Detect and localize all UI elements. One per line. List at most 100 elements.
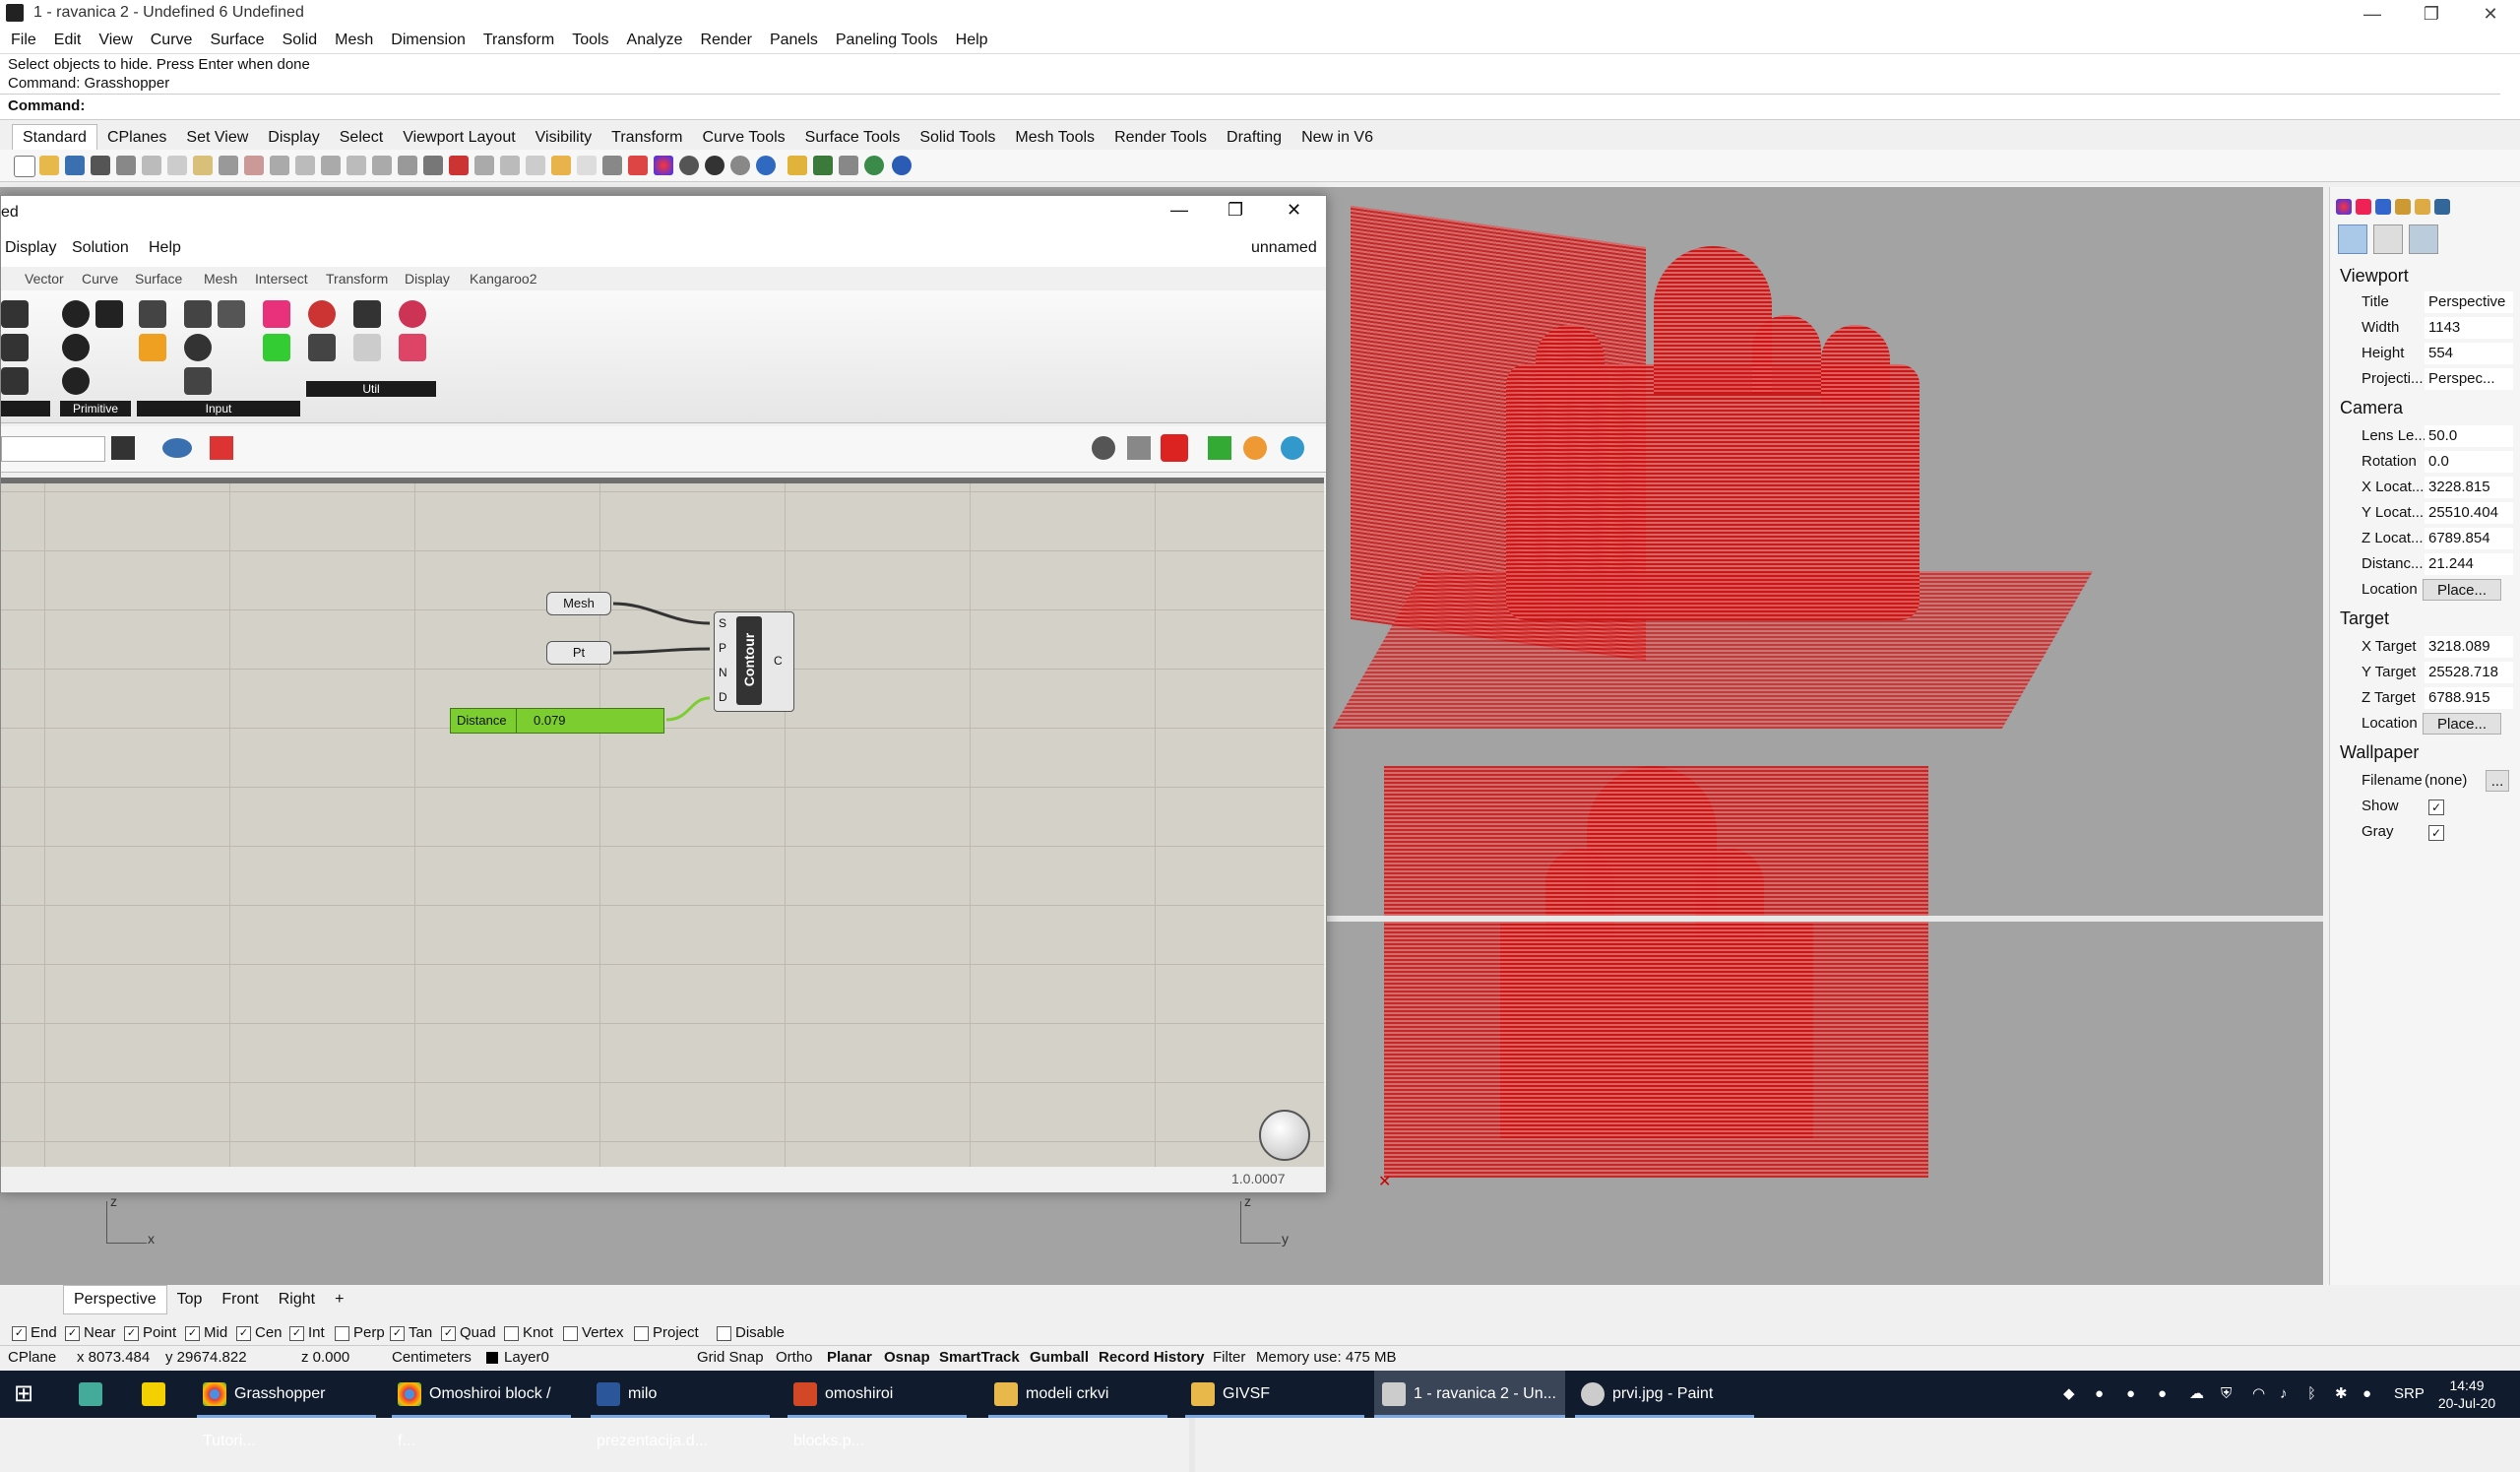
- osnap-checkbox[interactable]: [634, 1325, 649, 1341]
- osnap-checkbox[interactable]: ✓: [12, 1325, 27, 1341]
- tab-set-view[interactable]: Set View: [176, 125, 258, 151]
- tab-solid-tools[interactable]: Solid Tools: [910, 125, 1005, 151]
- tools-icon[interactable]: [2395, 199, 2411, 215]
- osnap-quad[interactable]: ✓ Quad: [441, 1324, 496, 1341]
- shaded-icon[interactable]: [679, 156, 699, 175]
- gh-tab-vector[interactable]: Vector: [25, 271, 64, 287]
- gh-tab-intersect[interactable]: Intersect: [255, 271, 308, 287]
- display-icon[interactable]: [2375, 199, 2391, 215]
- osnap-int[interactable]: ✓ Int: [289, 1324, 325, 1341]
- tab-render-tools[interactable]: Render Tools: [1104, 125, 1217, 151]
- tab-surface-tools[interactable]: Surface Tools: [795, 125, 911, 151]
- gh-tab-surface[interactable]: Surface: [135, 271, 182, 287]
- tab-curve-tools[interactable]: Curve Tools: [692, 125, 794, 151]
- grid-icon[interactable]: [500, 156, 520, 175]
- grasshopper-icon[interactable]: [813, 156, 833, 175]
- tray-app-icon[interactable]: ✱: [2335, 1371, 2348, 1418]
- text-param-icon[interactable]: [95, 300, 123, 328]
- wifi-icon[interactable]: ◠: [2252, 1371, 2265, 1418]
- param-icon[interactable]: [1, 367, 29, 395]
- camera-icon[interactable]: [2338, 224, 2367, 254]
- y-target-field[interactable]: 25528.718: [2425, 662, 2513, 683]
- osnap-checkbox[interactable]: [335, 1325, 349, 1341]
- tab-display[interactable]: Display: [258, 125, 329, 151]
- render-icon[interactable]: [756, 156, 776, 175]
- gh-minimize-button[interactable]: —: [1170, 200, 1188, 221]
- arrow-outline-icon[interactable]: [353, 334, 381, 361]
- rendered-icon[interactable]: [705, 156, 724, 175]
- gh-menu-solution[interactable]: Solution: [72, 239, 129, 257]
- arrow-right-icon[interactable]: [353, 300, 381, 328]
- settings-icon[interactable]: [2409, 224, 2438, 254]
- color-swatch-icon[interactable]: [263, 334, 290, 361]
- osnap-vertex[interactable]: Vertex: [563, 1324, 624, 1341]
- tab-transform[interactable]: Transform: [601, 125, 692, 151]
- pan-hand-icon[interactable]: [244, 156, 264, 175]
- menu-edit[interactable]: Edit: [45, 28, 91, 53]
- tab-visibility[interactable]: Visibility: [526, 125, 602, 151]
- rotate-view-icon[interactable]: [270, 156, 289, 175]
- start-button[interactable]: ⊞: [14, 1371, 33, 1418]
- new-file-icon[interactable]: [14, 156, 35, 177]
- tab-front[interactable]: Front: [212, 1286, 268, 1313]
- add-viewport-button[interactable]: +: [325, 1286, 353, 1313]
- input-p[interactable]: P: [719, 641, 726, 655]
- tab-perspective[interactable]: Perspective: [63, 1285, 167, 1314]
- browse-button[interactable]: ...: [2486, 770, 2509, 792]
- mesh-quality-icon[interactable]: [1281, 436, 1304, 460]
- taskbar-word[interactable]: milo prezentacija.d...: [591, 1371, 770, 1449]
- document-preview-icon[interactable]: [1243, 436, 1267, 460]
- osnap-point[interactable]: ✓ Point: [124, 1324, 176, 1341]
- menu-dimension[interactable]: Dimension: [382, 28, 474, 53]
- pt-param[interactable]: Pt: [546, 641, 611, 665]
- cut-icon[interactable]: [142, 156, 161, 175]
- folder-icon[interactable]: [2415, 199, 2430, 215]
- dropbox-icon[interactable]: ◆: [2063, 1371, 2075, 1418]
- menu-file[interactable]: File: [2, 28, 45, 53]
- zoom-extents-icon[interactable]: [111, 436, 135, 460]
- flask-icon[interactable]: [399, 334, 426, 361]
- menu-render[interactable]: Render: [691, 28, 760, 53]
- osnap-disable[interactable]: Disable: [717, 1324, 785, 1341]
- save-icon[interactable]: [65, 156, 85, 175]
- zoom-selected-icon[interactable]: [372, 156, 392, 175]
- width-field[interactable]: 1143: [2425, 317, 2513, 339]
- distance-field[interactable]: 21.244: [2425, 553, 2513, 575]
- globe-icon[interactable]: [864, 156, 884, 175]
- file-selector[interactable]: [1, 436, 105, 462]
- osnap-checkbox[interactable]: ✓: [441, 1325, 456, 1341]
- paste-icon[interactable]: [193, 156, 213, 175]
- taskbar-app-icon[interactable]: [142, 1371, 171, 1418]
- shield-icon[interactable]: ⛨: [2221, 1371, 2232, 1418]
- z-location-field[interactable]: 6789.854: [2425, 528, 2513, 549]
- zoom-icon[interactable]: [295, 156, 315, 175]
- taskbar-paint[interactable]: prvi.jpg - Paint: [1575, 1371, 1754, 1418]
- gh-maximize-button[interactable]: ❐: [1228, 200, 1243, 221]
- output-c[interactable]: C: [774, 654, 783, 668]
- undo-view-icon[interactable]: [398, 156, 417, 175]
- light-bulb-icon[interactable]: [577, 156, 597, 175]
- print-icon[interactable]: [91, 156, 110, 175]
- menu-panels[interactable]: Panels: [761, 28, 827, 53]
- target-place-button[interactable]: Place...: [2423, 713, 2501, 735]
- data-dam-icon[interactable]: [399, 300, 426, 328]
- navigation-compass-icon[interactable]: [1259, 1110, 1310, 1161]
- camera-place-button[interactable]: Place...: [2423, 579, 2501, 601]
- zoom-window-icon[interactable]: [321, 156, 341, 175]
- language-indicator[interactable]: SRP: [2394, 1371, 2425, 1418]
- tab-drafting[interactable]: Drafting: [1217, 125, 1292, 151]
- cplane-label[interactable]: CPlane: [8, 1349, 56, 1366]
- named-view-icon[interactable]: [2434, 199, 2450, 215]
- rotation-field[interactable]: 0.0: [2425, 451, 2513, 473]
- menu-curve[interactable]: Curve: [142, 28, 202, 53]
- osnap-end[interactable]: ✓ End: [12, 1324, 57, 1341]
- boolean-toggle-icon[interactable]: [62, 367, 90, 395]
- osnap-checkbox[interactable]: ✓: [124, 1325, 139, 1341]
- osnap-checkbox[interactable]: ✓: [289, 1325, 304, 1341]
- value-list-icon[interactable]: [184, 300, 212, 328]
- input-n[interactable]: N: [719, 666, 727, 679]
- osnap-project[interactable]: Project: [634, 1324, 699, 1341]
- osnap-checkbox[interactable]: [717, 1325, 731, 1341]
- object-properties-icon[interactable]: [2336, 199, 2352, 215]
- tab-select[interactable]: Select: [330, 125, 393, 151]
